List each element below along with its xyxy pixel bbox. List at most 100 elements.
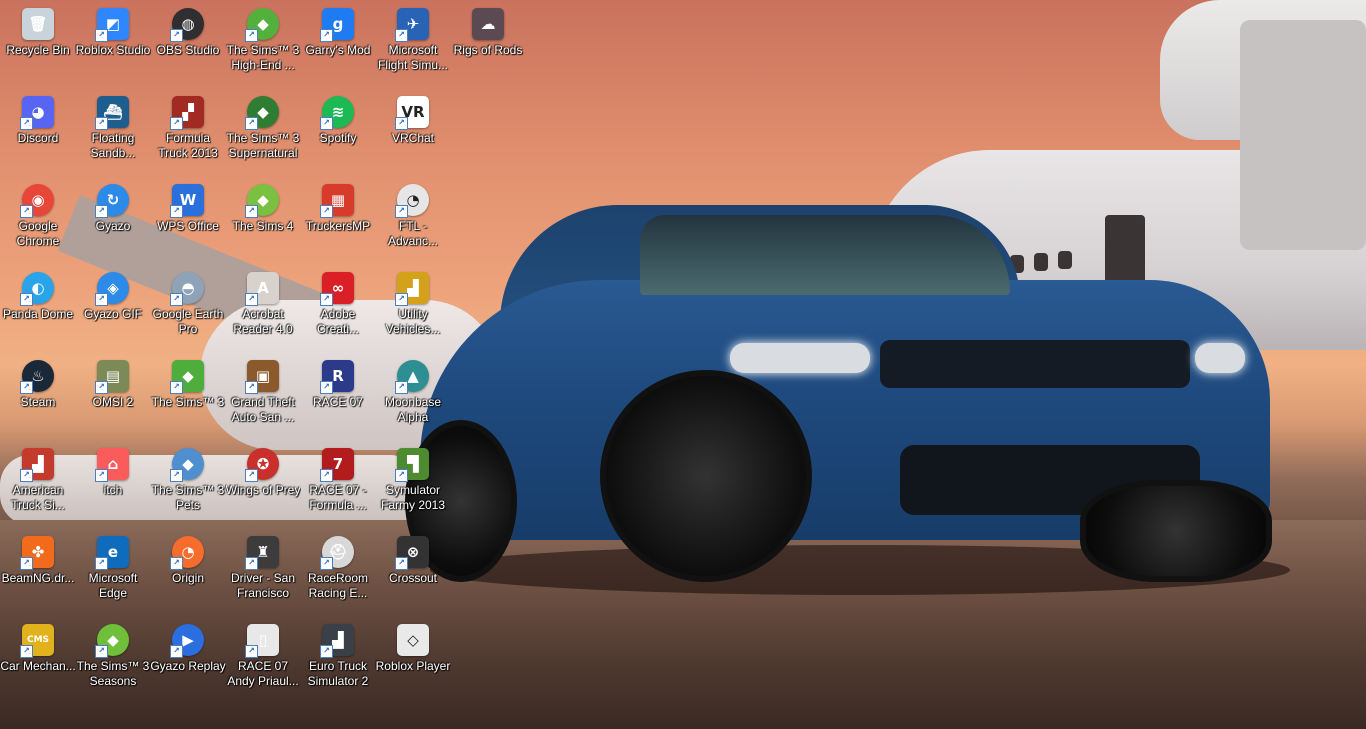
shortcut-arrow-icon: ↗ — [245, 469, 258, 482]
desktop-shortcut-label: Google Chrome — [16, 219, 60, 248]
desktop-shortcut-garrys-mod[interactable]: g ↗ Garry's Mod — [300, 0, 376, 86]
desktop-shortcut-moonbase-alpha[interactable]: ▲ ↗ Moonbase Alpha — [375, 352, 451, 438]
desktop-shortcut-label: Gyazo — [95, 219, 131, 233]
desktop-shortcut-label: Roblox Studio — [75, 43, 151, 57]
desktop-shortcut-american-truck[interactable]: ▟ ↗ American Truck Si... — [0, 440, 76, 526]
desktop-shortcut-label: Origin — [171, 571, 204, 585]
desktop-shortcut-origin[interactable]: ◔ ↗ Origin — [150, 528, 226, 614]
shortcut-arrow-icon: ↗ — [320, 645, 333, 658]
desktop-shortcut-omsi[interactable]: ▤ ↗ OMSI 2 — [75, 352, 151, 438]
desktop-shortcut-truckersmp[interactable]: ▦ ↗ TruckersMP — [300, 176, 376, 262]
shortcut-arrow-icon: ↗ — [170, 557, 183, 570]
desktop-shortcut-sims-highend[interactable]: ◆ ↗ The Sims™ 3 High-End ... — [225, 0, 301, 86]
desktop-shortcut-label: Google Earth Pro — [152, 307, 224, 336]
farm-sim-icon: ▜ ↗ — [395, 448, 429, 482]
desktop-shortcut-recycle-bin[interactable]: 🗑 Recycle Bin — [0, 0, 76, 86]
desktop-shortcut-vrchat[interactable]: VR ↗ VRChat — [375, 88, 451, 174]
desktop-shortcut-driver-sf[interactable]: ♜ ↗ Driver - San Francisco — [225, 528, 301, 614]
shortcut-arrow-icon: ↗ — [395, 29, 408, 42]
desktop-shortcut-label: Adobe Creati... — [316, 307, 359, 336]
obs-icon: ◍ ↗ — [170, 8, 204, 42]
desktop-shortcut-label: Gyazo Replay — [150, 659, 226, 673]
desktop-shortcut-label: FTL - Advanc... — [387, 219, 439, 248]
rigs-of-rods-icon: ☁ — [472, 8, 504, 40]
desktop-shortcut-label: OMSI 2 — [92, 395, 134, 409]
desktop-shortcut-roblox-studio[interactable]: ◩ ↗ Roblox Studio — [75, 0, 151, 86]
desktop-shortcut-obs[interactable]: ◍ ↗ OBS Studio — [150, 0, 226, 86]
wallpaper-car-wheel-right — [1080, 480, 1272, 582]
desktop-shortcut-google-earth[interactable]: ◓ ↗ Google Earth Pro — [150, 264, 226, 350]
desktop-shortcut-crossout[interactable]: ⊗ ↗ Crossout — [375, 528, 451, 614]
desktop-shortcut-label: Panda Dome — [2, 307, 74, 321]
desktop[interactable]: 🗑 Recycle Bin ◕ ↗ Discord ◉ ↗ Google Chrome ◐ ↗ Pa… — [0, 0, 1366, 729]
shortcut-arrow-icon: ↗ — [245, 381, 258, 394]
desktop-shortcut-steam[interactable]: ♨ ↗ Steam — [0, 352, 76, 438]
shortcut-arrow-icon: ↗ — [395, 469, 408, 482]
formula-truck-icon: ▞ ↗ — [170, 96, 204, 130]
race07-formula-icon: 7 ↗ — [320, 448, 354, 482]
desktop-shortcut-gyazo-replay[interactable]: ▶ ↗ Gyazo Replay — [150, 616, 226, 702]
desktop-shortcut-label: RACE 07 — [312, 395, 364, 409]
desktop-shortcut-edge[interactable]: e ↗ Microsoft Edge — [75, 528, 151, 614]
desktop-shortcut-rigs-of-rods[interactable]: ☁ Rigs of Rods — [450, 0, 526, 86]
desktop-shortcut-label: Recycle Bin — [6, 43, 70, 57]
desktop-shortcut-roblox-player[interactable]: ◇ Roblox Player — [375, 616, 451, 702]
desktop-shortcut-farm-sim[interactable]: ▜ ↗ Symulator Farmy 2013 — [375, 440, 451, 526]
shortcut-arrow-icon: ↗ — [395, 117, 408, 130]
desktop-shortcut-sims-pets[interactable]: ◆ ↗ The Sims™ 3 Pets — [150, 440, 226, 526]
desktop-shortcut-chrome[interactable]: ◉ ↗ Google Chrome — [0, 176, 76, 262]
desktop-shortcut-utility-vehicles[interactable]: ▟ ↗ Utility Vehicles... — [375, 264, 451, 350]
desktop-shortcut-floating-sandbox[interactable]: ⛴ ↗ Floating Sandb... — [75, 88, 151, 174]
shortcut-arrow-icon: ↗ — [170, 117, 183, 130]
desktop-shortcut-label: Rigs of Rods — [453, 43, 523, 57]
desktop-shortcut-adobe-cc[interactable]: ∞ ↗ Adobe Creati... — [300, 264, 376, 350]
euro-truck-icon: ▟ ↗ — [320, 624, 354, 658]
desktop-shortcut-car-mechanic[interactable]: CMS ↗ Car Mechan... — [0, 616, 76, 702]
desktop-shortcut-race07-document[interactable]: ▯ ↗ RACE 07 Andy Priaul... — [225, 616, 301, 702]
desktop-shortcut-euro-truck[interactable]: ▟ ↗ Euro Truck Simulator 2 — [300, 616, 376, 702]
race07-document-icon: ▯ ↗ — [245, 624, 279, 658]
desktop-shortcut-sims3[interactable]: ◆ ↗ The Sims™ 3 — [150, 352, 226, 438]
shortcut-arrow-icon: ↗ — [245, 293, 258, 306]
desktop-shortcut-sims-supernatural[interactable]: ◆ ↗ The Sims™ 3 Supernatural — [225, 88, 301, 174]
wallpaper-car-wheel-front — [600, 370, 812, 582]
desktop-shortcut-panda-dome[interactable]: ◐ ↗ Panda Dome — [0, 264, 76, 350]
desktop-shortcut-spotify[interactable]: ≋ ↗ Spotify — [300, 88, 376, 174]
wallpaper-car-headlight-left — [730, 343, 870, 373]
shortcut-arrow-icon: ↗ — [170, 469, 183, 482]
desktop-shortcut-gyazo[interactable]: ↻ ↗ Gyazo — [75, 176, 151, 262]
desktop-shortcut-discord[interactable]: ◕ ↗ Discord — [0, 88, 76, 174]
wallpaper-plane-window — [1034, 253, 1048, 271]
desktop-shortcut-formula-truck[interactable]: ▞ ↗ Formula Truck 2013 — [150, 88, 226, 174]
race07-icon: R ↗ — [320, 360, 354, 394]
desktop-shortcut-race07-formula[interactable]: 7 ↗ RACE 07 - Formula ... — [300, 440, 376, 526]
shortcut-arrow-icon: ↗ — [95, 469, 108, 482]
sims-seasons-icon: ◆ ↗ — [95, 624, 129, 658]
shortcut-arrow-icon: ↗ — [170, 205, 183, 218]
shortcut-arrow-icon: ↗ — [95, 117, 108, 130]
desktop-shortcut-label: The Sims™ 3 Supernatural — [226, 131, 300, 160]
desktop-shortcut-race07[interactable]: R ↗ RACE 07 — [300, 352, 376, 438]
desktop-shortcut-label: Spotify — [319, 131, 357, 145]
desktop-shortcut-acrobat[interactable]: A ↗ Acrobat Reader 4.0 — [225, 264, 301, 350]
desktop-shortcut-sims-seasons[interactable]: ◆ ↗ The Sims™ 3 Seasons — [75, 616, 151, 702]
desktop-shortcut-flight-sim[interactable]: ✈ ↗ Microsoft Flight Simu... — [375, 0, 451, 86]
desktop-shortcut-itch[interactable]: ⌂ ↗ itch — [75, 440, 151, 526]
desktop-shortcut-wps-office[interactable]: W ↗ WPS Office — [150, 176, 226, 262]
desktop-shortcut-gta-sa[interactable]: ▣ ↗ Grand Theft Auto San ... — [225, 352, 301, 438]
shortcut-arrow-icon: ↗ — [320, 29, 333, 42]
adobe-cc-icon: ∞ ↗ — [320, 272, 354, 306]
vrchat-icon: VR ↗ — [395, 96, 429, 130]
discord-icon: ◕ ↗ — [20, 96, 54, 130]
desktop-shortcut-label: The Sims 4 — [232, 219, 294, 233]
shortcut-arrow-icon: ↗ — [395, 381, 408, 394]
desktop-shortcut-sims4[interactable]: ◆ ↗ The Sims 4 — [225, 176, 301, 262]
desktop-shortcut-wings-of-prey[interactable]: ✪ ↗ Wings of Prey — [225, 440, 301, 526]
desktop-shortcut-gyazo-gif[interactable]: ◈ ↗ Gyazo GIF — [75, 264, 151, 350]
desktop-shortcut-label: Garry's Mod — [305, 43, 371, 57]
shortcut-arrow-icon: ↗ — [20, 469, 33, 482]
shortcut-arrow-icon: ↗ — [320, 557, 333, 570]
desktop-shortcut-ftl[interactable]: ◔ ↗ FTL - Advanc... — [375, 176, 451, 262]
desktop-shortcut-beamng[interactable]: ✤ ↗ BeamNG.dr... — [0, 528, 76, 614]
desktop-shortcut-raceroom[interactable]: ⛑ ↗ RaceRoom Racing E... — [300, 528, 376, 614]
